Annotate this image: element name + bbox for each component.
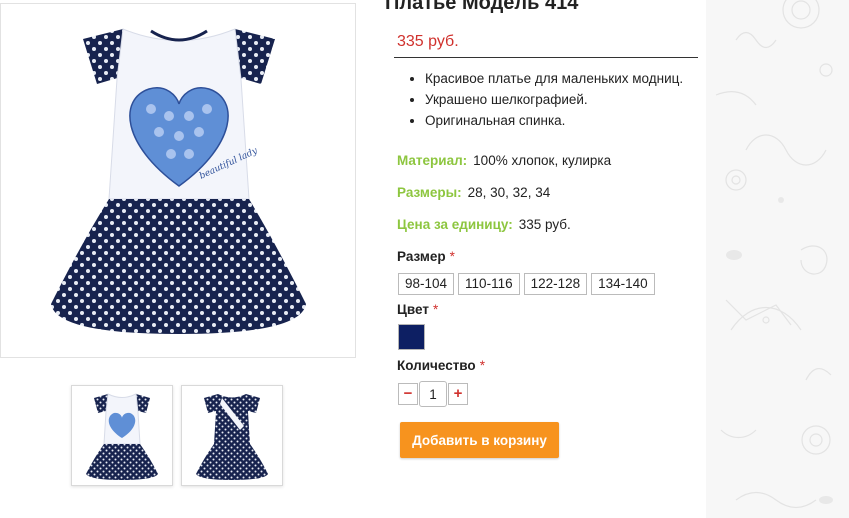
product-title: Платье Модель 414 xyxy=(385,0,579,14)
spec-value: 28, 30, 32, 34 xyxy=(467,185,551,200)
feature-list: Красивое платье для маленьких модниц. Ук… xyxy=(397,68,683,131)
quantity-label-text: Количество xyxy=(397,358,476,373)
color-swatch-navy[interactable] xyxy=(398,324,425,350)
feature-item: Украшено шелкографией. xyxy=(425,89,683,110)
quantity-stepper: − + xyxy=(398,381,468,407)
quantity-input[interactable] xyxy=(419,381,447,407)
add-to-cart-button[interactable]: Добавить в корзину xyxy=(400,422,559,458)
product-main-image[interactable]: beautiful lady xyxy=(0,3,356,358)
product-price: 335 руб. xyxy=(397,33,459,50)
required-mark: * xyxy=(479,358,485,373)
quantity-option-label: Количество * xyxy=(397,358,485,373)
product-thumbnail-back[interactable] xyxy=(181,385,283,486)
quantity-increase-button[interactable]: + xyxy=(448,383,468,405)
quantity-decrease-button[interactable]: − xyxy=(398,383,418,405)
spec-unit-price: Цена за единицу: 335 руб. xyxy=(397,217,571,232)
product-thumbnail-front[interactable] xyxy=(71,385,173,486)
size-option-134-140[interactable]: 134-140 xyxy=(591,273,655,295)
spec-value: 100% хлопок, кулирка xyxy=(473,153,612,168)
divider xyxy=(394,57,698,58)
decorative-background xyxy=(706,0,849,518)
color-label-text: Цвет xyxy=(397,302,429,317)
feature-item: Красивое платье для маленьких модниц. xyxy=(425,68,683,89)
required-mark: * xyxy=(432,302,439,317)
size-label-text: Размер xyxy=(397,249,446,264)
spec-label: Цена за единицу: xyxy=(397,217,513,232)
color-option-label: Цвет * xyxy=(397,302,438,317)
spec-sizes: Размеры: 28, 30, 32, 34 xyxy=(397,185,550,200)
spec-label: Размеры: xyxy=(397,185,462,200)
spec-label: Материал: xyxy=(397,153,468,168)
size-option-122-128[interactable]: 122-128 xyxy=(523,273,588,295)
size-option-label: Размер * xyxy=(397,249,455,264)
size-option-98-104[interactable]: 98-104 xyxy=(398,273,455,295)
spec-value: 335 руб. xyxy=(518,217,571,232)
spec-material: Материал: 100% хлопок, кулирка xyxy=(397,153,611,168)
feature-item: Оригинальная спинка. xyxy=(425,110,683,131)
size-option-110-116[interactable]: 110-116 xyxy=(458,273,520,295)
required-mark: * xyxy=(449,249,455,264)
size-selector: 98-104 110-116 122-128 134-140 xyxy=(398,273,655,295)
